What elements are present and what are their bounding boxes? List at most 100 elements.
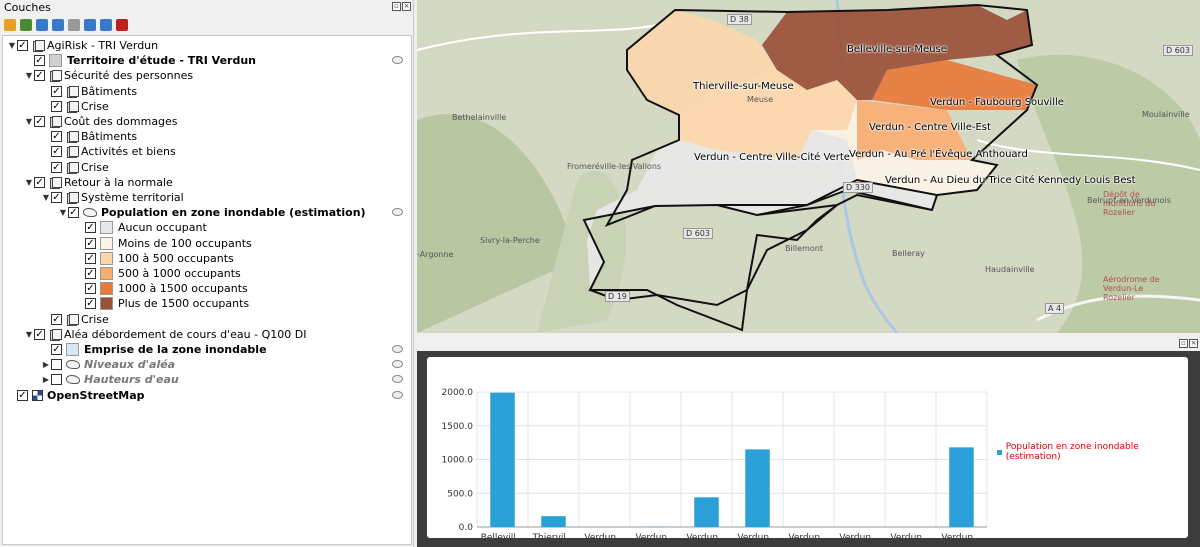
legend-label: Population en zone inondable (estimation… [1005,442,1139,462]
layer-tree-row[interactable]: 500 à 1000 occupants [75,266,241,281]
bar[interactable] [541,516,566,527]
visibility-checkbox[interactable] [51,100,62,112]
collapse-all-icon[interactable] [100,18,112,31]
visibility-checkbox[interactable] [17,389,28,401]
filter-legend-icon[interactable] [68,18,80,31]
layer-tree-row[interactable]: Crise [41,312,109,327]
layer-indicator-icon[interactable] [392,345,403,353]
layer-indicator-icon[interactable] [392,208,403,217]
visibility-checkbox[interactable] [51,192,62,203]
bar[interactable] [490,392,515,527]
visibility-checkbox[interactable] [34,70,45,82]
plot-dock-titlebar: ▫ × [417,337,1200,351]
place-name: Billemont [785,244,823,253]
expanded-arrow-icon[interactable]: ▼ [24,114,34,129]
visibility-checkbox[interactable] [34,55,45,67]
zone-label: Verdun - Faubourg Souville [930,97,1064,108]
remove-layer-icon[interactable] [116,18,128,31]
visibility-checkbox[interactable] [85,298,96,310]
layer-tree-row[interactable]: ▼ Population en zone inondable (estimatio… [58,205,366,220]
visibility-checkbox[interactable] [34,116,45,127]
x-tick-label: Verdun... [686,533,726,538]
float-panel-icon[interactable]: ▫ [392,2,401,11]
visibility-checkbox[interactable] [34,328,45,340]
visibility-checkbox[interactable] [51,344,62,355]
layer-tree-row[interactable]: ▶ Niveaux d'aléa [41,357,175,372]
layer-tree-label: Population en zone inondable (estimation… [101,206,366,220]
visibility-checkbox[interactable] [51,85,62,97]
layer-tree-row[interactable]: 1000 à 1500 occupants [75,281,248,296]
expanded-arrow-icon[interactable]: ▼ [24,68,34,83]
layer-tree-row[interactable]: Moins de 100 occupants [75,236,252,251]
layer-indicator-icon[interactable] [392,360,403,369]
layer-tree-row[interactable]: Activités et biens [41,144,176,159]
expanded-arrow-icon[interactable]: ▼ [24,327,34,342]
layer-tree-row[interactable]: ▼ Retour à la normale [24,175,173,190]
layer-tree-row[interactable]: Bâtiments [41,84,137,99]
layer-indicator-icon[interactable] [392,56,403,65]
layer-tree-row[interactable]: Crise [41,160,109,175]
layer-tree-row[interactable]: ▼ Sécurité des personnes [24,68,193,83]
layer-indicator-icon[interactable] [392,390,403,399]
visibility-checkbox[interactable] [34,176,45,188]
visibility-checkbox[interactable] [85,237,96,249]
bar[interactable] [694,497,719,527]
layers-panel: Couches ▫ × ▼ AgiRisk - TRI Verdun Territo… [0,0,414,547]
expanded-arrow-icon[interactable]: ▼ [58,205,68,220]
layer-tree-row[interactable]: ▼ Système territorial [41,190,184,205]
expanded-arrow-icon[interactable]: ▼ [24,175,34,190]
place-name: Dépôt de munitions du Rozelier [1103,190,1156,217]
layer-tree-row[interactable]: ▼ Aléa débordement de cours d'eau - Q100 … [24,327,306,342]
visibility-checkbox[interactable] [51,146,62,158]
style-brush-icon[interactable] [4,18,16,31]
visibility-checkbox[interactable] [51,313,62,325]
layer-tree-row[interactable]: Territoire d'étude - TRI Verdun [24,53,256,68]
y-tick-label: 1500.0 [442,422,474,432]
legend-swatch [997,449,1002,455]
layer-group-icon [49,70,62,83]
close-panel-icon[interactable]: × [402,2,411,11]
layer-tree-label: Moins de 100 occupants [118,236,252,250]
layer-tree-row[interactable]: Plus de 1500 occupants [75,296,249,311]
layer-tree-row[interactable]: Emprise de la zone inondable [41,342,267,357]
layer-tree-row[interactable]: 100 à 500 occupants [75,251,234,266]
visibility-checkbox[interactable] [17,40,28,51]
zone-label: Verdun - Centre Ville-Cité Verte [694,152,850,163]
visibility-checkbox[interactable] [85,252,96,264]
layer-tree-label: Système territorial [81,191,184,204]
expanded-arrow-icon[interactable]: ▼ [7,38,17,53]
layer-tree-label: 1000 à 1500 occupants [118,282,248,296]
place-name: Haudainville [985,265,1035,274]
bar[interactable] [745,449,770,527]
layer-tree-row[interactable]: ▶ Hauteurs d'eau [41,372,179,387]
filter-icon[interactable] [52,18,64,31]
visibility-checkbox[interactable] [85,283,96,295]
layer-indicator-icon[interactable] [392,375,403,384]
layer-tree-row[interactable]: ▼ Coût des dommages [24,114,178,129]
layer-tree-row[interactable]: Aucun occupant [75,220,207,235]
layer-tree-label: Plus de 1500 occupants [118,297,250,311]
map-canvas[interactable]: Belleville-sur-Meuse Thierville-sur-Meuse… [417,0,1200,333]
bar[interactable] [949,447,974,527]
visibility-checkbox[interactable] [51,131,62,143]
expand-all-icon[interactable] [84,18,96,31]
layer-tree-label: Emprise de la zone inondable [84,343,267,356]
layer-tree-row[interactable]: Bâtiments [41,129,137,144]
add-group-icon[interactable] [20,18,32,31]
layer-tree-label: AgiRisk - TRI Verdun [47,39,159,52]
layer-tree-row[interactable]: ▼ AgiRisk - TRI Verdun [7,38,158,53]
float-plot-icon[interactable]: ▫ [1179,339,1188,348]
visibility-eye-icon[interactable] [36,18,48,31]
visibility-checkbox[interactable] [85,268,96,279]
expanded-arrow-icon[interactable]: ▼ [41,190,51,205]
collapsed-arrow-icon[interactable]: ▶ [41,357,51,372]
visibility-checkbox[interactable] [51,161,62,173]
visibility-checkbox[interactable] [51,374,62,386]
layer-tree-row[interactable]: OpenStreetMap [7,388,145,403]
collapsed-arrow-icon[interactable]: ▶ [41,372,51,387]
close-plot-icon[interactable]: × [1189,339,1198,348]
visibility-checkbox[interactable] [51,359,62,371]
layer-tree-row[interactable]: Crise [41,99,109,114]
visibility-checkbox[interactable] [85,222,96,234]
visibility-checkbox[interactable] [68,207,79,219]
